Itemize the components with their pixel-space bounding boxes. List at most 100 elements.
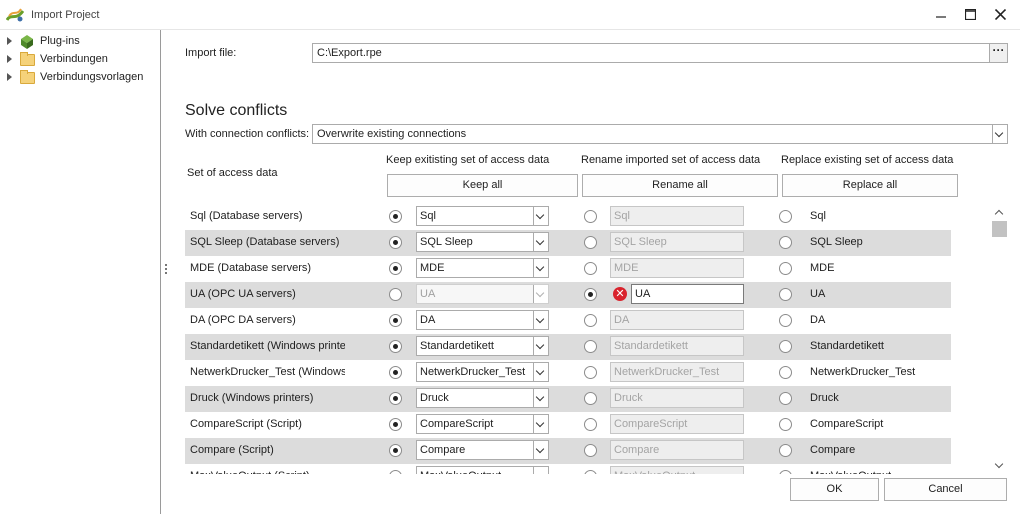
rename-radio[interactable] [584,288,597,301]
plugin-icon [21,35,33,49]
browse-button[interactable]: ··· [989,43,1008,63]
replace-text: CompareScript [810,418,884,430]
dropdown-button[interactable] [533,441,548,459]
rename-input[interactable]: Druck [610,388,744,408]
rename-input[interactable]: MaxValueOutput [610,466,744,474]
rename-input[interactable]: Sql [610,206,744,226]
table-row: Sql (Database servers) Sql Sql Sql [185,204,951,230]
rename-radio[interactable] [584,392,597,405]
keep-radio[interactable] [389,366,402,379]
keep-select[interactable]: Compare [416,440,549,460]
dropdown-button[interactable] [533,311,548,329]
keep-select[interactable]: Druck [416,388,549,408]
replace-radio[interactable] [779,236,792,249]
tree-item-plugins[interactable]: Plug-ins [0,33,160,51]
close-icon [994,8,1006,21]
replace-radio[interactable] [779,418,792,431]
replace-radio[interactable] [779,392,792,405]
replace-radio[interactable] [779,444,792,457]
keep-select[interactable]: Standardetikett [416,336,549,356]
rename-input[interactable]: NetwerkDrucker_Test [610,362,744,382]
rename-all-button[interactable]: Rename all [582,174,778,197]
rename-input[interactable]: MDE [610,258,744,278]
keep-radio[interactable] [389,288,402,301]
rename-radio[interactable] [584,236,597,249]
rename-radio[interactable] [584,210,597,223]
keep-radio[interactable] [389,470,402,474]
rename-input[interactable]: Standardetikett [610,336,744,356]
tree-item-verbindungsvorlagen[interactable]: Verbindungsvorlagen [0,69,160,87]
rename-radio[interactable] [584,418,597,431]
keep-select[interactable]: MDE [416,258,549,278]
table-row: Standardetikett (Windows printe Standarde… [185,334,951,360]
keep-radio[interactable] [389,236,402,249]
minimize-button[interactable] [931,5,951,25]
dropdown-button[interactable] [533,337,548,355]
rename-input[interactable]: CompareScript [610,414,744,434]
dropdown-button[interactable] [992,125,1007,143]
connection-conflicts-select[interactable]: Overwrite existing connections [312,124,1008,144]
keep-select[interactable]: SQL Sleep [416,232,549,252]
replace-radio[interactable] [779,314,792,327]
replace-radio[interactable] [779,340,792,353]
rename-radio[interactable] [584,340,597,353]
chevron-down-icon [535,340,545,350]
replace-radio[interactable] [779,210,792,223]
dropdown-button[interactable] [533,207,548,225]
rename-radio[interactable] [584,444,597,457]
rename-input[interactable]: Compare [610,440,744,460]
keep-select[interactable]: Sql [416,206,549,226]
tree-item-verbindungen[interactable]: Verbindungen [0,51,160,69]
rename-radio[interactable] [584,470,597,474]
rename-radio[interactable] [584,314,597,327]
dropdown-button[interactable] [533,389,548,407]
cancel-button[interactable]: Cancel [884,478,1007,501]
replace-radio[interactable] [779,366,792,379]
keep-select[interactable]: UA [416,284,549,304]
dropdown-button[interactable] [533,363,548,381]
replace-radio[interactable] [779,262,792,275]
vertical-scrollbar[interactable] [991,204,1008,474]
rename-input[interactable]: SQL Sleep [610,232,744,252]
keep-select[interactable]: CompareScript [416,414,549,434]
chevron-down-icon [535,366,545,376]
import-file-field[interactable]: C:\Export.rpe [312,43,990,63]
keep-radio[interactable] [389,340,402,353]
dropdown-button[interactable] [533,285,548,303]
scroll-up-icon[interactable] [994,207,1004,217]
keep-all-button[interactable]: Keep all [387,174,578,197]
close-button[interactable] [990,5,1010,25]
replace-radio[interactable] [779,288,792,301]
replace-radio[interactable] [779,470,792,474]
dropdown-button[interactable] [533,259,548,277]
table-row: UA (OPC UA servers) UA ✕ UA UA [185,282,951,308]
rename-input[interactable]: UA [631,284,744,304]
scroll-thumb[interactable] [992,221,1007,237]
ok-button[interactable]: OK [790,478,879,501]
dropdown-button[interactable] [533,467,548,474]
splitter-grip[interactable] [165,264,168,278]
keep-select[interactable]: MaxValueOutput [416,466,549,474]
scroll-down-icon[interactable] [994,461,1004,471]
expand-arrow-icon[interactable] [7,37,12,45]
keep-radio[interactable] [389,392,402,405]
dropdown-button[interactable] [533,415,548,433]
keep-radio[interactable] [389,418,402,431]
rename-radio[interactable] [584,262,597,275]
keep-radio[interactable] [389,444,402,457]
keep-radio[interactable] [389,262,402,275]
expand-arrow-icon[interactable] [7,55,12,63]
dropdown-button[interactable] [533,233,548,251]
keep-select[interactable]: DA [416,310,549,330]
keep-select[interactable]: NetwerkDrucker_Test [416,362,549,382]
keep-select-value: MDE [420,262,445,274]
keep-radio[interactable] [389,210,402,223]
keep-radio[interactable] [389,314,402,327]
replace-all-button[interactable]: Replace all [782,174,958,197]
replace-text: Standardetikett [810,340,884,352]
rename-input[interactable]: DA [610,310,744,330]
maximize-button[interactable] [960,5,980,25]
expand-arrow-icon[interactable] [7,73,12,81]
rename-radio[interactable] [584,366,597,379]
app-logo-icon [6,8,24,22]
